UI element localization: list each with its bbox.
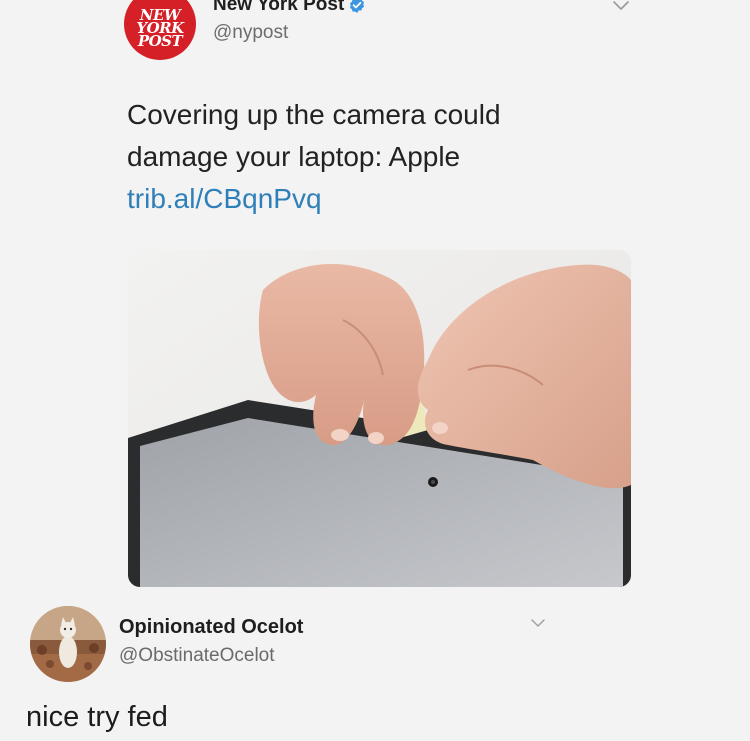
- author-handle[interactable]: @nypost: [213, 22, 288, 44]
- reply-author-name[interactable]: Opinionated Ocelot: [119, 616, 303, 639]
- chevron-down-icon[interactable]: [612, 0, 630, 12]
- tweet-text: Covering up the camera could damage your…: [127, 94, 607, 220]
- ocelot-avatar-picture: [30, 606, 106, 682]
- verified-badge-icon: [350, 0, 365, 13]
- nypost-avatar[interactable]: NEW YORK POST: [124, 0, 196, 60]
- nypost-logo: NEW YORK POST: [136, 7, 184, 50]
- author-display-name[interactable]: New York Post: [213, 0, 344, 16]
- nypost-logo-line-3: POST: [137, 31, 183, 50]
- ocelot-avatar[interactable]: [30, 606, 106, 682]
- tweet-link[interactable]: trib.al/CBqnPvq: [127, 183, 322, 214]
- chevron-down-icon[interactable]: [530, 618, 546, 629]
- reply-text: nice try fed: [26, 701, 168, 733]
- laptop-camera-photo: [128, 250, 631, 587]
- tweet-body: Covering up the camera could damage your…: [127, 99, 501, 172]
- reply-author-handle[interactable]: @ObstinateOcelot: [119, 645, 275, 667]
- tweet-media-image[interactable]: [128, 250, 631, 587]
- tweet-author[interactable]: New York Post: [213, 0, 366, 16]
